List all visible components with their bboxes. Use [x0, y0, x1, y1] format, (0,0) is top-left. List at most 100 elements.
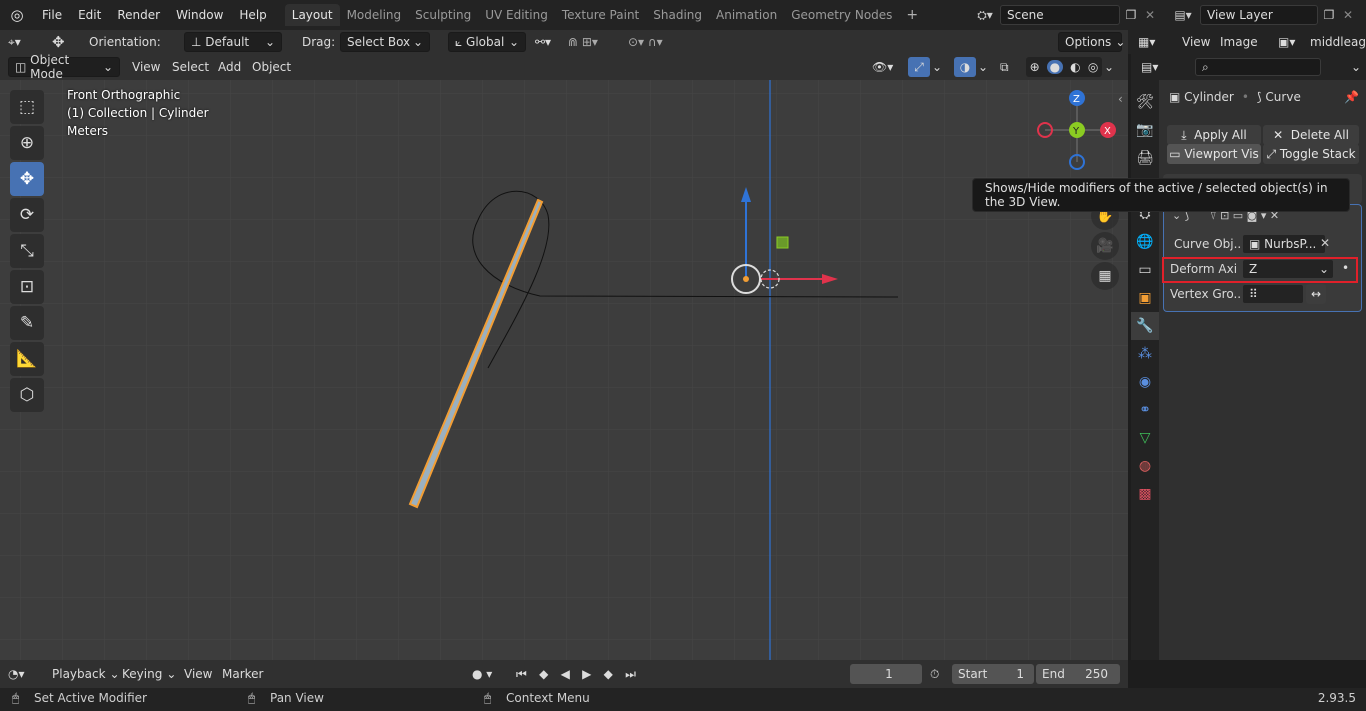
snap-icon[interactable]: ⋒ ⊞▾: [568, 32, 620, 52]
select-box-icon[interactable]: ⬚: [10, 90, 44, 124]
material-tab-icon[interactable]: ◍: [1131, 452, 1159, 480]
end-frame-field[interactable]: End 250: [1036, 664, 1120, 684]
play-reverse-icon[interactable]: ◀: [561, 667, 570, 681]
render-tab-icon[interactable]: 📷: [1131, 116, 1159, 144]
play-icon[interactable]: ▶: [582, 667, 591, 681]
wireframe-shading-icon[interactable]: ⊕: [1030, 60, 1040, 74]
3d-viewport[interactable]: Z X Y Front Orthographic (1) Collection …: [0, 80, 1128, 660]
scene-name-field[interactable]: Scene: [1000, 5, 1120, 25]
tab-shading[interactable]: Shading: [646, 4, 709, 26]
collection-tab-icon[interactable]: ▭: [1131, 256, 1159, 284]
toggle-stack-button[interactable]: ⤢ Toggle Stack: [1263, 144, 1359, 164]
tool-icon[interactable]: ⌖▾: [8, 32, 40, 52]
ortho-toggle-icon[interactable]: ▦: [1091, 262, 1119, 290]
orientation-dropdown[interactable]: ⊥ Default ⌄: [184, 32, 282, 52]
curve-object-field[interactable]: ▣ NurbsP...: [1242, 234, 1326, 254]
jump-end-icon[interactable]: ⏭: [625, 667, 636, 682]
viewport-menu-add[interactable]: Add: [212, 57, 247, 77]
viewport-menu-select[interactable]: Select: [166, 57, 215, 77]
image-browse-icon[interactable]: ▣▾: [1278, 32, 1306, 52]
new-scene-icon[interactable]: ❐: [1122, 5, 1140, 25]
auto-keying-icon[interactable]: ● ▾: [472, 664, 508, 684]
modifier-tab-icon[interactable]: 🔧: [1131, 312, 1159, 340]
image-editor-image-menu[interactable]: Image: [1220, 32, 1258, 52]
rendered-shading-icon[interactable]: ◎: [1088, 60, 1098, 74]
mode-dropdown[interactable]: ◫ Object Mode ⌄: [8, 53, 120, 81]
transform-orientation-dropdown[interactable]: ⟀ Global ⌄: [448, 32, 526, 52]
timeline-playback-menu[interactable]: Playback ⌄: [52, 664, 120, 684]
pin-icon[interactable]: 📌: [1344, 90, 1359, 104]
view-layer-name-field[interactable]: View Layer: [1200, 5, 1318, 25]
current-frame-field[interactable]: 1: [850, 664, 922, 684]
drag-dropdown[interactable]: Select Box ⌄: [340, 32, 430, 52]
tab-layout[interactable]: Layout: [284, 4, 340, 26]
viewport-menu-view[interactable]: View: [126, 57, 166, 77]
tab-texture-paint[interactable]: Texture Paint: [555, 4, 646, 26]
properties-options-icon[interactable]: ⌄: [1351, 57, 1363, 77]
material-shading-icon[interactable]: ◐: [1070, 60, 1080, 74]
annotate-tool-icon[interactable]: ✎: [10, 306, 44, 340]
rotate-tool-icon[interactable]: ⟳: [10, 198, 44, 232]
apply-all-button[interactable]: ⤓ Apply All: [1167, 125, 1261, 145]
add-workspace-icon[interactable]: +: [899, 3, 925, 27]
timeline-marker-menu[interactable]: Marker: [222, 664, 263, 684]
vertex-group-field[interactable]: ⠿: [1242, 284, 1304, 304]
xray-toggle-icon[interactable]: ⧉: [1000, 57, 1020, 77]
data-tab-icon[interactable]: ▽: [1131, 424, 1159, 452]
chevron-down-icon[interactable]: ⌄: [978, 57, 990, 77]
visibility-icon[interactable]: 👁▾: [872, 57, 902, 77]
deform-axis-dropdown[interactable]: Z ⌄: [1242, 259, 1334, 279]
blender-logo-icon[interactable]: ◎: [0, 0, 34, 30]
scene-selector-icon[interactable]: ⛭▾: [972, 5, 998, 25]
keyframe-dot-icon[interactable]: •: [1342, 261, 1349, 275]
viewport-menu-object[interactable]: Object: [246, 57, 297, 77]
tab-geometry-nodes[interactable]: Geometry Nodes: [784, 4, 899, 26]
editor-type-icon[interactable]: ▦▾: [1138, 32, 1166, 52]
camera-view-icon[interactable]: 🎥: [1091, 232, 1119, 260]
chevron-down-icon[interactable]: ⌄: [932, 57, 944, 77]
menu-help[interactable]: Help: [231, 8, 274, 22]
tab-uv-editing[interactable]: UV Editing: [478, 4, 555, 26]
object-tab-icon[interactable]: ▣: [1131, 284, 1159, 312]
timeline-editor-type-icon[interactable]: ◔▾: [8, 664, 38, 684]
particles-tab-icon[interactable]: ⁂: [1131, 340, 1159, 368]
move-tool-icon[interactable]: ✥: [10, 162, 44, 196]
tab-animation[interactable]: Animation: [709, 4, 784, 26]
timeline-keying-menu[interactable]: Keying ⌄: [122, 664, 176, 684]
overlays-toggle-icon[interactable]: ◑: [954, 57, 976, 77]
start-frame-field[interactable]: Start 1: [952, 664, 1034, 684]
transform-tool-icon[interactable]: ⊡: [10, 270, 44, 304]
menu-file[interactable]: File: [34, 8, 70, 22]
tool-tab-icon[interactable]: 🛠: [1131, 88, 1159, 116]
new-view-layer-icon[interactable]: ❐: [1320, 5, 1338, 25]
properties-editor-type-icon[interactable]: ▤▾: [1141, 57, 1169, 77]
tab-sculpting[interactable]: Sculpting: [408, 4, 478, 26]
sidebar-expand-icon[interactable]: ‹: [1118, 92, 1123, 106]
properties-search-field[interactable]: ⌕: [1195, 58, 1321, 76]
delete-scene-icon[interactable]: ✕: [1142, 5, 1158, 25]
stopwatch-icon[interactable]: ⏱: [930, 664, 948, 684]
pivot-point-icon[interactable]: ⚯▾: [535, 32, 563, 52]
clear-curve-object-icon[interactable]: ✕: [1320, 236, 1330, 250]
prev-keyframe-icon[interactable]: ◆: [539, 667, 548, 681]
jump-start-icon[interactable]: ⏮: [516, 667, 527, 682]
options-dropdown[interactable]: Options ⌄: [1058, 32, 1125, 52]
image-name-field[interactable]: middleage: [1310, 32, 1366, 52]
texture-tab-icon[interactable]: ▩: [1131, 480, 1159, 508]
world-tab-icon[interactable]: 🌐: [1131, 228, 1159, 256]
tab-modeling[interactable]: Modeling: [340, 4, 409, 26]
menu-window[interactable]: Window: [168, 8, 231, 22]
scale-tool-icon[interactable]: ⤡: [10, 234, 44, 268]
move-tool-icon[interactable]: ✥: [52, 32, 76, 52]
chevron-down-icon[interactable]: ⌄: [1104, 57, 1116, 77]
menu-render[interactable]: Render: [109, 8, 168, 22]
output-tab-icon[interactable]: 🖨: [1131, 144, 1159, 172]
gizmo-plane-handle[interactable]: [776, 236, 789, 249]
menu-edit[interactable]: Edit: [70, 8, 109, 22]
delete-view-layer-icon[interactable]: ✕: [1340, 5, 1356, 25]
delete-all-button[interactable]: ✕ Delete All: [1263, 125, 1359, 145]
image-editor-view-menu[interactable]: View: [1182, 32, 1210, 52]
cursor-tool-icon[interactable]: ⊕: [10, 126, 44, 160]
viewport-vis-button[interactable]: ▭ Viewport Vis: [1167, 144, 1261, 164]
invert-vertex-group-icon[interactable]: ↔: [1306, 284, 1326, 304]
